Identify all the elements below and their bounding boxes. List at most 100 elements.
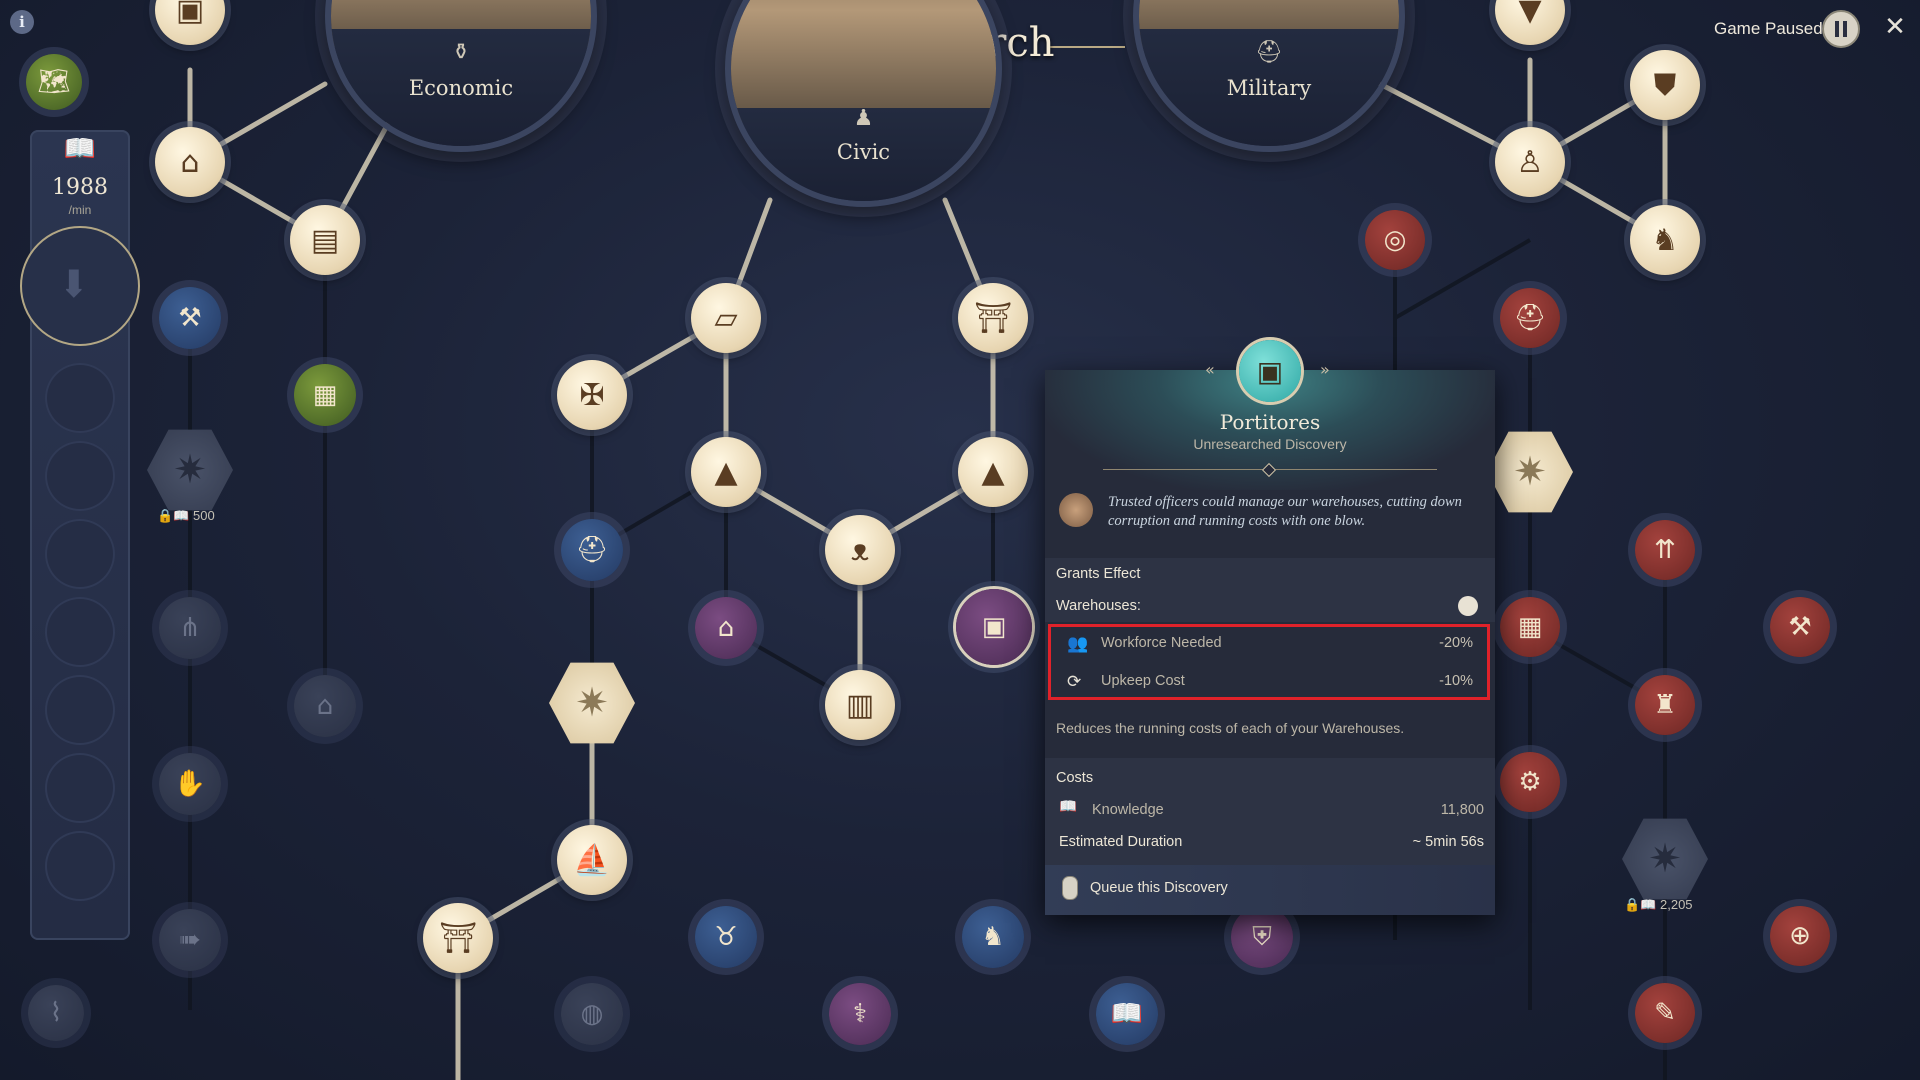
locked-cost-value: 500	[193, 508, 215, 523]
pause-icon	[1835, 21, 1847, 37]
title-line-right	[1050, 46, 1125, 48]
pitchfork-icon: ⋔	[179, 613, 201, 643]
research-node-mill[interactable]: ⌂	[294, 675, 356, 737]
red-helmet-icon: ⛑	[1513, 303, 1547, 333]
research-node-shrine[interactable]: ⛩	[958, 283, 1028, 353]
shrine-icon: ⛩	[973, 300, 1013, 336]
close-button[interactable]: ✕	[1880, 12, 1910, 42]
research-node-pegasus[interactable]: ♞	[962, 906, 1024, 968]
research-node-crossed-scrolls[interactable]: ✠	[557, 360, 627, 430]
queue-slot[interactable]	[45, 753, 115, 823]
map-icon: 🗺	[37, 67, 71, 97]
research-node-gate[interactable]: ⛩	[423, 903, 493, 973]
research-node-stall[interactable]: ⌂	[155, 127, 225, 197]
arrows-icon: ⇈	[1654, 535, 1676, 565]
pause-button[interactable]	[1822, 10, 1860, 48]
research-node-armor[interactable]: ⛊	[1630, 50, 1700, 120]
research-node-cart[interactable]: ➠	[159, 909, 221, 971]
research-node-pen[interactable]: ✎	[1635, 983, 1695, 1043]
soldier-icon: ♙	[1516, 144, 1544, 180]
hammer-icon: ⚒	[1788, 612, 1812, 642]
pen-icon: ✎	[1654, 998, 1676, 1028]
research-node-scroll[interactable]: ▤	[290, 205, 360, 275]
fields-icon: ▦	[312, 380, 338, 410]
book-download-icon: ⬇	[58, 262, 90, 306]
research-node-charter[interactable]: ▱	[691, 283, 761, 353]
queue-slot[interactable]	[45, 363, 115, 433]
research-node-tower[interactable]: ♜	[1635, 675, 1695, 735]
research-node-pitchfork[interactable]: ⋔	[159, 597, 221, 659]
wing-right-icon: »	[1320, 360, 1330, 379]
research-node-target[interactable]: ◎	[1365, 210, 1425, 270]
gate-icon: ⛩	[438, 920, 478, 956]
research-node-caduceus[interactable]: ⚕	[829, 983, 891, 1045]
research-node-helmet[interactable]: ⛑	[561, 519, 623, 581]
research-node-globe[interactable]: ◍	[561, 983, 623, 1045]
queue-slot[interactable]	[45, 831, 115, 901]
civic-image	[731, 0, 996, 122]
research-node-cavalry[interactable]: ♞	[1630, 205, 1700, 275]
branch-civic[interactable]: ♟ Civic	[725, 0, 1002, 207]
research-node-tools[interactable]: ⚒	[159, 287, 221, 349]
research-node-wall[interactable]: ▦	[1500, 597, 1560, 657]
research-node-books[interactable]: ▥	[825, 670, 895, 740]
workforce-icon: 👥	[1067, 634, 1089, 654]
citizen-icon: ♟	[853, 106, 874, 131]
research-node-forum[interactable]: ▲	[691, 437, 761, 507]
branch-label: Civic	[836, 140, 891, 164]
research-node-search-plus[interactable]: ⊕	[1770, 906, 1830, 966]
branch-economic[interactable]: ⚱ Economic	[325, 0, 597, 152]
knowledge-rate-unit: /min	[68, 203, 92, 217]
research-node-hand[interactable]: ✋	[159, 753, 221, 815]
effect-label: Upkeep Cost	[1101, 673, 1185, 689]
ship-icon: ⛵	[573, 842, 611, 878]
queue-slot[interactable]	[45, 597, 115, 667]
costs-heading: Costs	[1056, 770, 1094, 786]
research-node-soldier[interactable]: ♙	[1495, 127, 1565, 197]
guardian-icon: ⛨	[1252, 921, 1272, 952]
research-node-portitores-selected[interactable]: ▣	[956, 589, 1032, 665]
queue-slot[interactable]	[45, 441, 115, 511]
star-icon: ✷	[173, 447, 207, 493]
research-node-red-helmet[interactable]: ⛑	[1500, 288, 1560, 348]
research-node-map[interactable]: 🗺	[26, 54, 82, 110]
hand-icon: ✋	[173, 769, 207, 799]
queue-slot[interactable]	[45, 675, 115, 745]
queue-slot-active[interactable]: ⬇	[20, 226, 140, 346]
research-node-hammer[interactable]: ⚒	[1770, 597, 1830, 657]
cavalry-icon: ♞	[1651, 222, 1679, 258]
locked-cost-left: 🔒📖 500	[157, 508, 215, 523]
research-node-ship[interactable]: ⛵	[557, 825, 627, 895]
locked-cost-value: 2,205	[1660, 897, 1693, 912]
target-icon: ◎	[1383, 225, 1407, 255]
owl-icon: ᴥ	[850, 532, 870, 568]
wall-icon: ▦	[1517, 612, 1543, 642]
research-node-temple[interactable]: ⌂	[695, 597, 757, 659]
research-node-bull[interactable]: ♉	[695, 906, 757, 968]
branch-label: Military	[1226, 76, 1312, 100]
discovery-status: Unresearched Discovery	[1193, 436, 1347, 452]
grants-heading: Grants Effect	[1056, 566, 1141, 582]
research-node-fields[interactable]: ▦	[294, 364, 356, 426]
research-node-bottom-left[interactable]: ⌇	[28, 985, 84, 1041]
research-node-siege[interactable]: ⚙	[1500, 752, 1560, 812]
stairs-icon: ⌇	[49, 998, 63, 1028]
amphora-icon: ⚱	[451, 40, 471, 65]
tools-icon: ⚒	[178, 303, 202, 333]
star-icon: ✷	[575, 680, 609, 726]
warehouse-coin-icon: ▣	[981, 612, 1007, 642]
research-node-arrows[interactable]: ⇈	[1635, 520, 1695, 580]
branch-military[interactable]: ⛑ Military	[1133, 0, 1405, 152]
research-node-book-bottom[interactable]: 📖	[1096, 983, 1158, 1045]
market-icon: ▲	[981, 454, 1005, 490]
portitores-medal-icon: ▣	[1239, 340, 1301, 402]
queue-slot[interactable]	[45, 519, 115, 589]
research-node-market[interactable]: ▲	[958, 437, 1028, 507]
research-node-guardian[interactable]: ⛨	[1231, 906, 1293, 968]
research-node-owl[interactable]: ᴥ	[825, 515, 895, 585]
info-icon[interactable]: i	[10, 10, 34, 34]
mouse-icon	[1062, 876, 1078, 900]
effect-value: -10%	[1439, 673, 1473, 689]
discovery-name: Portitores	[1219, 410, 1321, 434]
queue-discovery-button[interactable]: Queue this Discovery	[1045, 865, 1495, 915]
